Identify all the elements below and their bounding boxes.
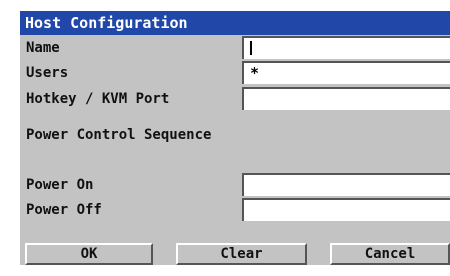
hotkey-kvm-port-label: Hotkey / KVM Port: [26, 91, 170, 107]
clear-button[interactable]: Clear: [176, 243, 307, 265]
power-off-label: Power Off: [26, 202, 102, 218]
users-field[interactable]: *: [242, 61, 450, 84]
ok-button[interactable]: OK: [25, 243, 153, 265]
name-label: Name: [26, 40, 60, 56]
users-label: Users: [26, 65, 69, 81]
power-control-sequence-label: Power Control Sequence: [26, 127, 212, 143]
power-on-label: Power On: [26, 177, 94, 193]
dialog-title: Host Configuration: [20, 11, 450, 35]
name-field[interactable]: [242, 36, 450, 59]
text-cursor: [250, 40, 252, 55]
hotkey-kvm-port-field[interactable]: [242, 87, 450, 110]
cancel-button[interactable]: Cancel: [330, 243, 450, 265]
power-on-field[interactable]: [242, 173, 450, 196]
host-configuration-dialog: Host Configuration Name Users * Hotkey /…: [20, 11, 450, 265]
power-off-field[interactable]: [242, 198, 450, 221]
